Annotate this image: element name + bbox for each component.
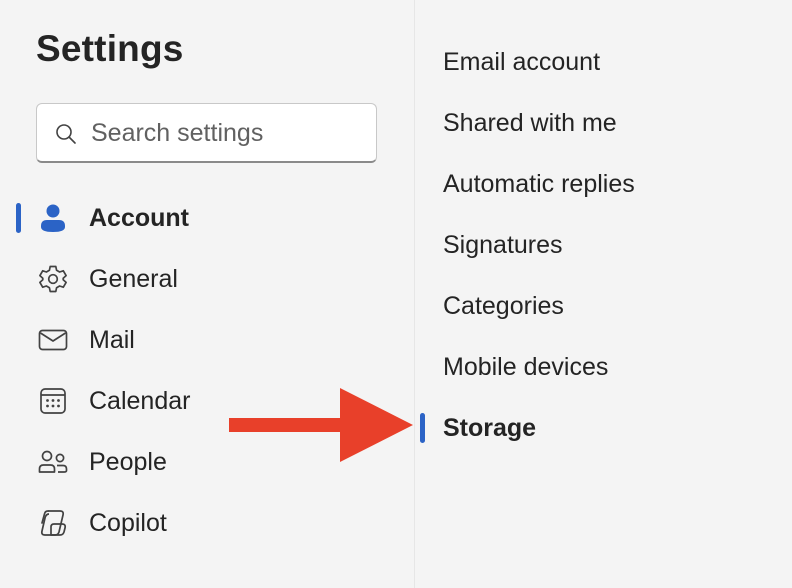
nav-item-mail[interactable]: Mail [0,314,414,366]
people-icon [38,450,68,473]
person-icon [41,204,65,232]
search-input[interactable] [91,104,371,162]
calendar-icon [40,388,66,414]
settings-nav-pane: Settings Account General Mail [0,0,414,588]
nav-item-label: Calendar [89,386,191,415]
nav-item-label: People [89,447,167,476]
account-submenu-pane: Email account Shared with me Automatic r… [415,0,792,588]
gear-icon [39,265,67,293]
selected-indicator [420,413,425,443]
nav-item-account[interactable]: Account [0,192,414,244]
selected-indicator [16,203,21,233]
submenu-item-label: Email account [443,47,601,76]
nav-item-copilot[interactable]: Copilot [0,497,414,549]
annotation-arrow-icon [229,388,413,462]
mail-icon [38,329,68,351]
nav-item-label: Account [89,203,189,232]
nav-item-label: Mail [89,325,135,354]
nav-item-general[interactable]: General [0,253,414,305]
submenu-item-label: Storage [443,413,537,442]
copilot-icon [40,510,67,536]
search-icon [56,124,76,144]
page-title: Settings [36,28,184,69]
submenu-item-label: Shared with me [443,108,617,137]
submenu-item-categories[interactable]: Categories [415,281,792,331]
submenu-item-label: Categories [443,291,564,320]
submenu-item-label: Signatures [443,230,563,259]
search-box[interactable] [36,103,377,163]
nav-item-label: Copilot [89,508,167,537]
submenu-item-storage[interactable]: Storage [415,403,792,453]
nav-item-label: General [89,264,178,293]
submenu-item-signatures[interactable]: Signatures [415,220,792,270]
submenu-item-shared-with-me[interactable]: Shared with me [415,98,792,148]
submenu-item-label: Automatic replies [443,169,635,198]
submenu-item-mobile-devices[interactable]: Mobile devices [415,342,792,392]
submenu-item-email-account[interactable]: Email account [415,37,792,87]
submenu-item-automatic-replies[interactable]: Automatic replies [415,159,792,209]
submenu-item-label: Mobile devices [443,352,609,381]
